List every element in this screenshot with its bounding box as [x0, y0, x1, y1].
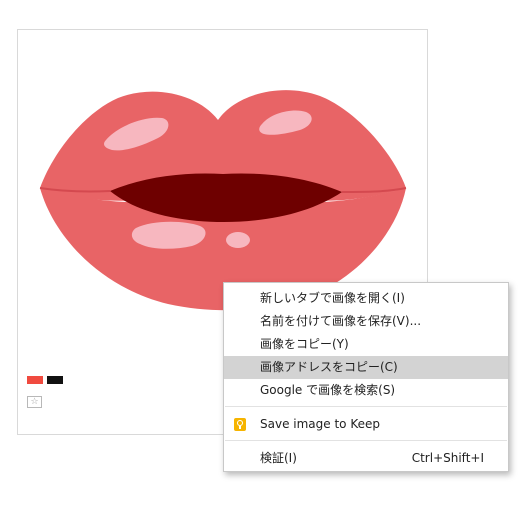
star-icon: ☆ [27, 396, 42, 408]
menu-item-save-to-keep[interactable]: Save image to Keep [224, 413, 508, 436]
color-swatch-black [47, 376, 63, 384]
menu-item-label: 名前を付けて画像を保存(V)... [260, 314, 422, 328]
menu-item-shortcut: Ctrl+Shift+I [411, 451, 484, 465]
menu-item-label: Google で画像を検索(S) [260, 383, 396, 397]
menu-item-save-image-as[interactable]: 名前を付けて画像を保存(V)... [224, 310, 508, 333]
menu-item-copy-image-address[interactable]: 画像アドレスをコピー(C) [224, 356, 508, 379]
menu-item-label: 検証(I) [260, 451, 297, 465]
lower-right-highlight [226, 232, 250, 248]
menu-item-search-google[interactable]: Google で画像を検索(S) [224, 379, 508, 402]
menu-item-label: Save image to Keep [260, 417, 380, 431]
lips-image[interactable] [36, 88, 410, 312]
color-swatch-red [27, 376, 43, 384]
menu-item-inspect[interactable]: 検証(I) Ctrl+Shift+I [224, 447, 508, 470]
menu-separator [225, 406, 507, 407]
menu-item-label: 画像アドレスをコピー(C) [260, 360, 398, 374]
keep-icon [234, 418, 246, 431]
lower-left-highlight [131, 221, 206, 249]
context-menu: 新しいタブで画像を開く(I) 名前を付けて画像を保存(V)... 画像をコピー(… [223, 282, 509, 472]
menu-item-label: 新しいタブで画像を開く(I) [260, 291, 405, 305]
menu-item-open-in-new-tab[interactable]: 新しいタブで画像を開く(I) [224, 287, 508, 310]
menu-item-copy-image[interactable]: 画像をコピー(Y) [224, 333, 508, 356]
menu-separator [225, 440, 507, 441]
menu-item-label: 画像をコピー(Y) [260, 337, 349, 351]
